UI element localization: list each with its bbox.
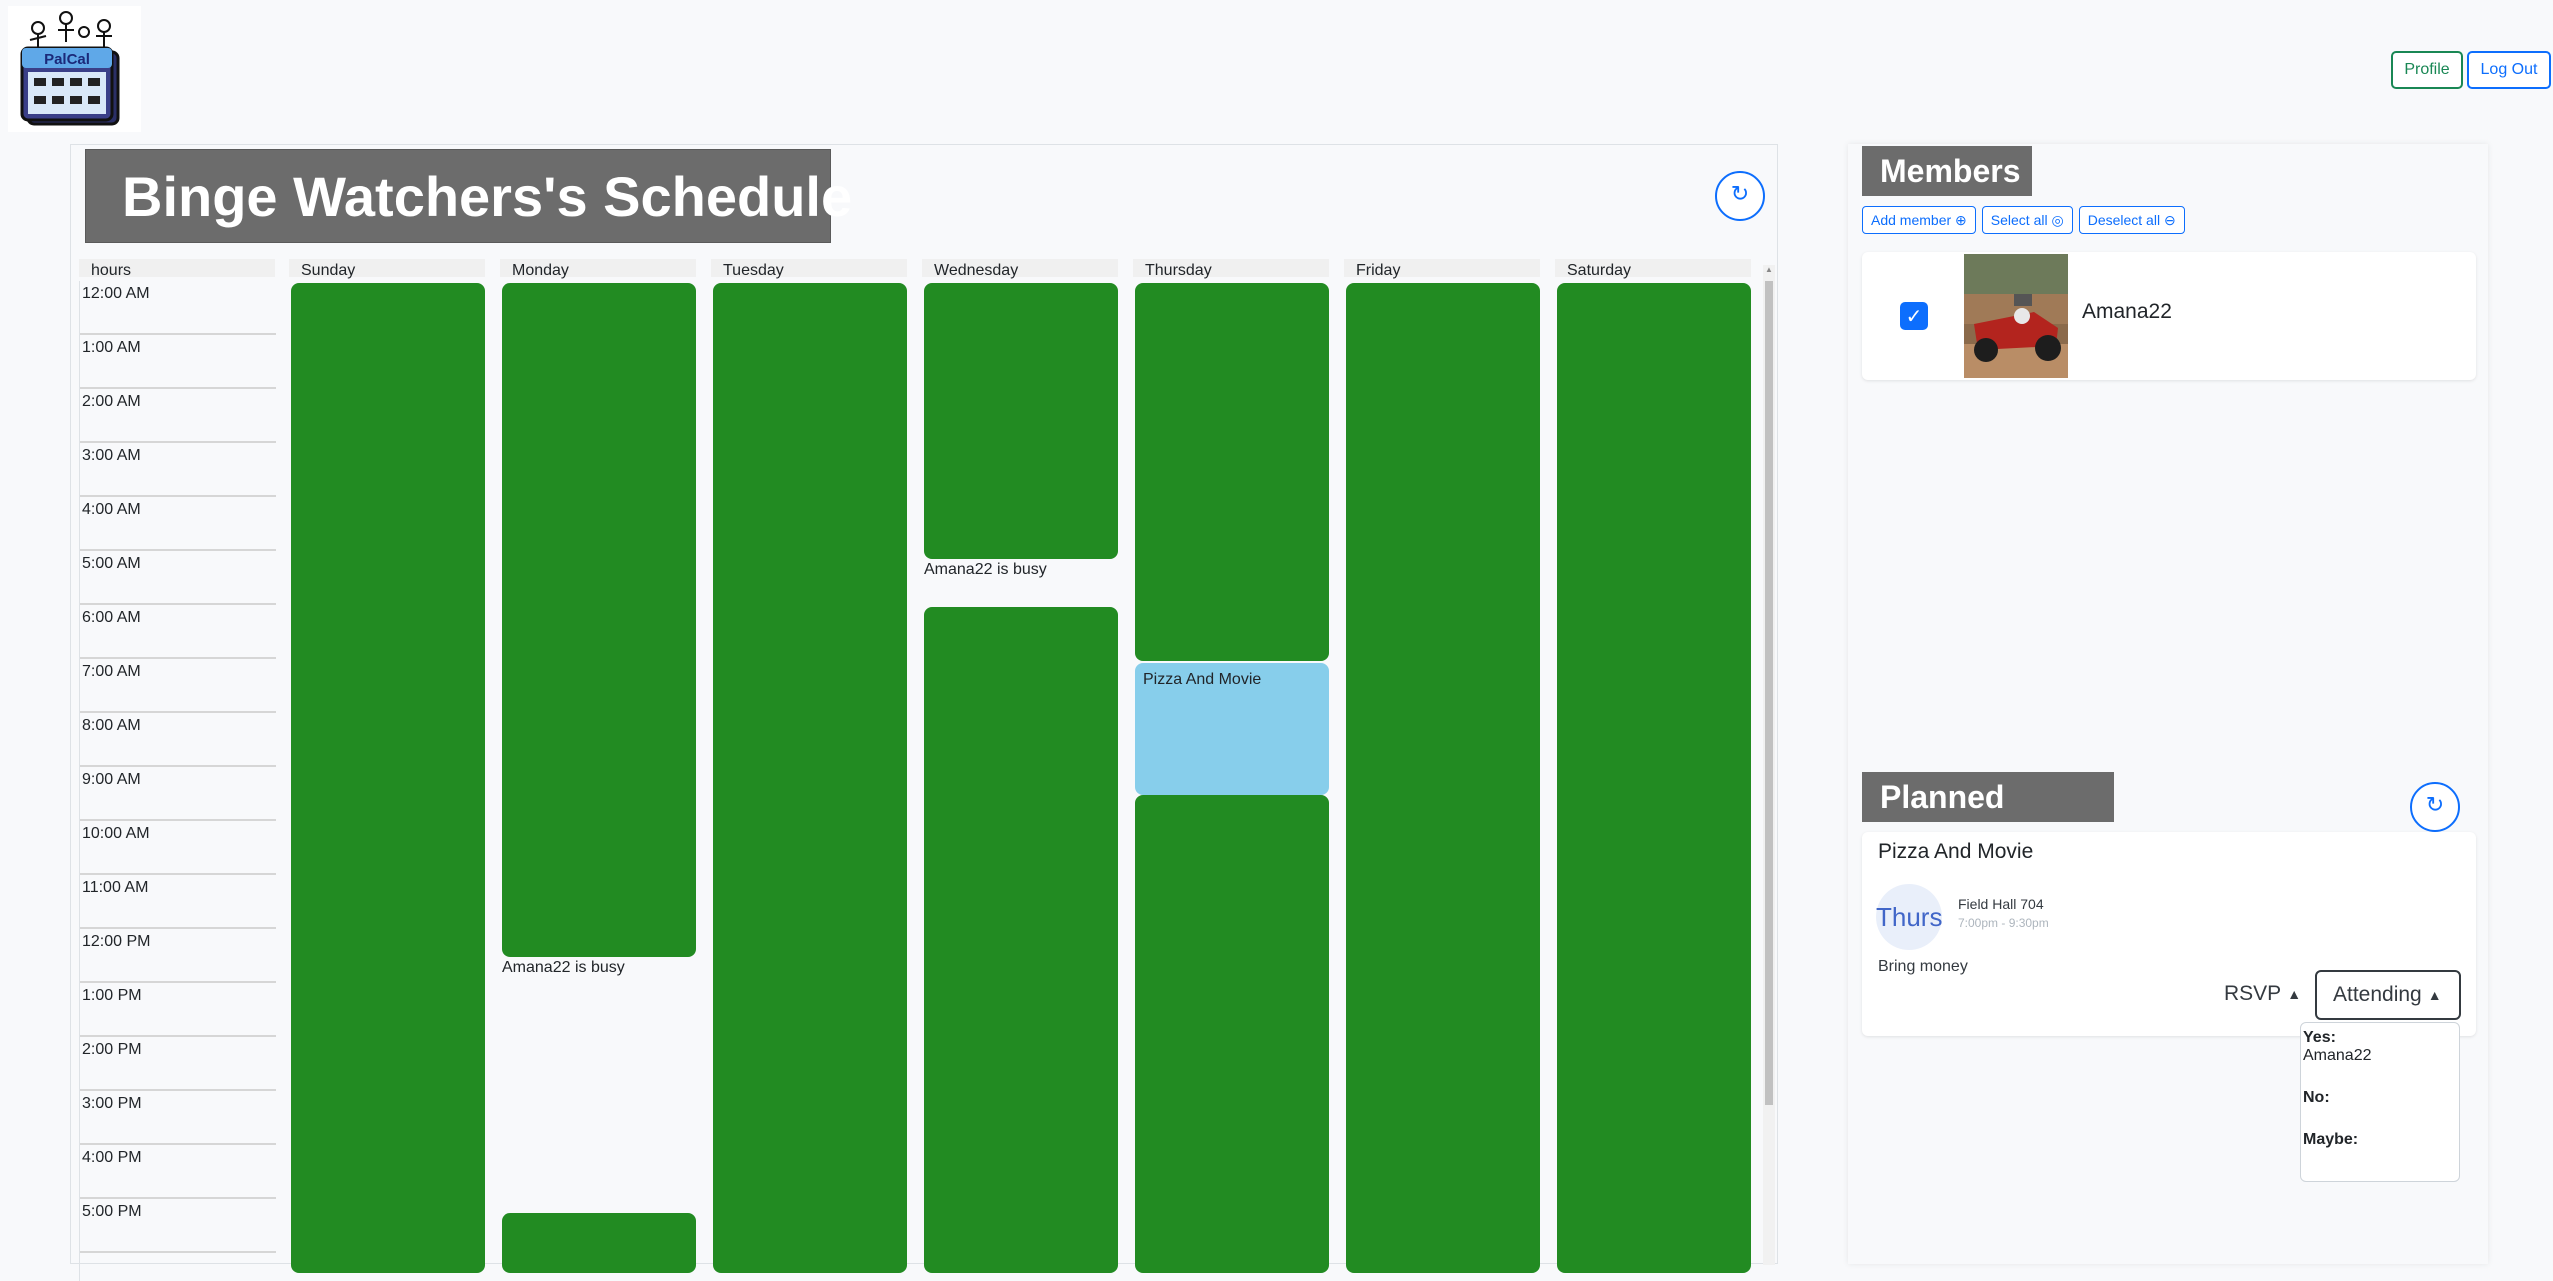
scroll-up-icon[interactable]: ▲: [1763, 265, 1775, 277]
refresh-icon: ↻: [2425, 793, 2445, 818]
schedule-title: Binge Watchers's Schedule: [85, 149, 852, 243]
rsvp-yes-label: Yes:: [2303, 1029, 2336, 1046]
event-location: Field Hall 704: [1958, 896, 2044, 912]
planned-events-heading: Planned Events: [1862, 772, 2114, 865]
busy-block-thursday[interactable]: [1135, 283, 1329, 661]
caret-up-icon: ▲: [2427, 987, 2442, 1004]
day-header-monday: Monday: [500, 259, 696, 279]
refresh-icon: ↻: [1730, 182, 1750, 207]
hour-slot: 4:00 PM: [80, 1145, 276, 1199]
logo-text: PalCal: [44, 51, 90, 68]
busy-block-sunday[interactable]: [291, 283, 485, 1273]
hour-slot: 1:00 PM: [80, 983, 276, 1037]
day-header-tuesday: Tuesday: [711, 259, 907, 279]
hour-slot: 3:00 PM: [80, 1091, 276, 1145]
busy-block-monday[interactable]: [502, 283, 696, 957]
rsvp-popover: Yes: Amana22 No: Maybe:: [2300, 1022, 2460, 1182]
event-time: 7:00pm - 9:30pm: [1958, 916, 2049, 930]
event-title: Pizza And Movie: [1878, 840, 2034, 863]
events-refresh-button[interactable]: ↻: [2410, 782, 2460, 832]
rsvp-status-select[interactable]: Attending ▲: [2315, 970, 2461, 1020]
rsvp-yes-names: Amana22: [2303, 1047, 2372, 1064]
busy-block-wednesday[interactable]: [924, 283, 1118, 559]
hours-column: 12:00 AM 1:00 AM 2:00 AM 3:00 AM 4:00 AM…: [79, 281, 276, 1281]
profile-button[interactable]: Profile: [2391, 51, 2463, 89]
event-block-pizza-and-movie[interactable]: Pizza And Movie: [1135, 663, 1329, 795]
event-card: Pizza And Movie Thurs Field Hall 704 7:0…: [1862, 832, 2476, 1036]
member-checkbox[interactable]: ✓: [1900, 302, 1928, 330]
hour-slot: 5:00 PM: [80, 1199, 276, 1253]
member-card[interactable]: ✓ Amana22: [1862, 252, 2476, 380]
hour-slot: 12:00 PM: [80, 929, 276, 983]
hour-slot: 9:00 AM: [80, 767, 276, 821]
event-day-badge: Thurs: [1876, 884, 1942, 950]
members-heading: Members: [1862, 146, 2032, 196]
event-description: Bring money: [1878, 958, 1968, 975]
member-name: Amana22: [2082, 300, 2172, 323]
rsvp-maybe-label: Maybe:: [2303, 1131, 2359, 1148]
hour-slot: 7:00 AM: [80, 659, 276, 713]
deselect-all-button[interactable]: Deselect all ⊖: [2078, 206, 2185, 234]
busy-block-wednesday-later[interactable]: [924, 607, 1118, 1273]
hour-slot: 3:00 AM: [80, 443, 276, 497]
hour-slot: 8:00 AM: [80, 713, 276, 767]
rsvp-no-label: No:: [2303, 1089, 2330, 1106]
scrollbar-thumb[interactable]: [1765, 281, 1773, 1105]
schedule-refresh-button[interactable]: ↻: [1715, 171, 1765, 221]
busy-block-tuesday[interactable]: [713, 283, 907, 1273]
hours-header: hours: [79, 259, 275, 279]
check-circle-icon: ◎: [2051, 212, 2064, 228]
add-member-button[interactable]: Add member ⊕: [1862, 206, 1976, 234]
busy-block-friday[interactable]: [1346, 283, 1540, 1273]
plus-circle-icon: ⊕: [1955, 212, 1967, 228]
side-panel: Members Add member ⊕ Select all ◎ Desele…: [1848, 144, 2488, 1264]
caret-up-icon: ▲: [2287, 986, 2302, 1003]
hour-slot: 10:00 AM: [80, 821, 276, 875]
day-header-wednesday: Wednesday: [922, 259, 1118, 279]
day-header-sunday: Sunday: [289, 259, 485, 279]
hour-slot: 2:00 AM: [80, 389, 276, 443]
select-all-button[interactable]: Select all ◎: [1981, 206, 2073, 234]
hour-slot: 2:00 PM: [80, 1037, 276, 1091]
hour-slot: 1:00 AM: [80, 335, 276, 389]
hour-slot: 6:00 AM: [80, 605, 276, 659]
schedule-panel: Binge Watchers's Schedule ↻ hours Sunday…: [70, 144, 1778, 1281]
logout-button[interactable]: Log Out: [2467, 51, 2551, 89]
minus-circle-icon: ⊖: [2163, 212, 2176, 228]
avatar: [1964, 254, 2068, 378]
palcal-logo: PalCal: [8, 6, 141, 132]
hour-slot: 12:00 AM: [80, 281, 276, 335]
busy-block-monday-evening[interactable]: [502, 1213, 696, 1273]
hour-slot: 4:00 AM: [80, 497, 276, 551]
busy-label-monday: Amana22 is busy: [502, 959, 625, 976]
day-header-thursday: Thursday: [1133, 259, 1329, 279]
busy-label-wednesday: Amana22 is busy: [924, 561, 1047, 578]
hour-slot: 5:00 AM: [80, 551, 276, 605]
day-header-saturday: Saturday: [1555, 259, 1751, 279]
busy-block-saturday[interactable]: [1557, 283, 1751, 1273]
schedule-scrollbar[interactable]: ▲: [1763, 265, 1775, 1265]
rsvp-toggle[interactable]: RSVP ▲: [2224, 982, 2301, 1006]
busy-block-thursday-later[interactable]: [1135, 795, 1329, 1273]
day-header-friday: Friday: [1344, 259, 1540, 279]
hour-slot: 11:00 AM: [80, 875, 276, 929]
